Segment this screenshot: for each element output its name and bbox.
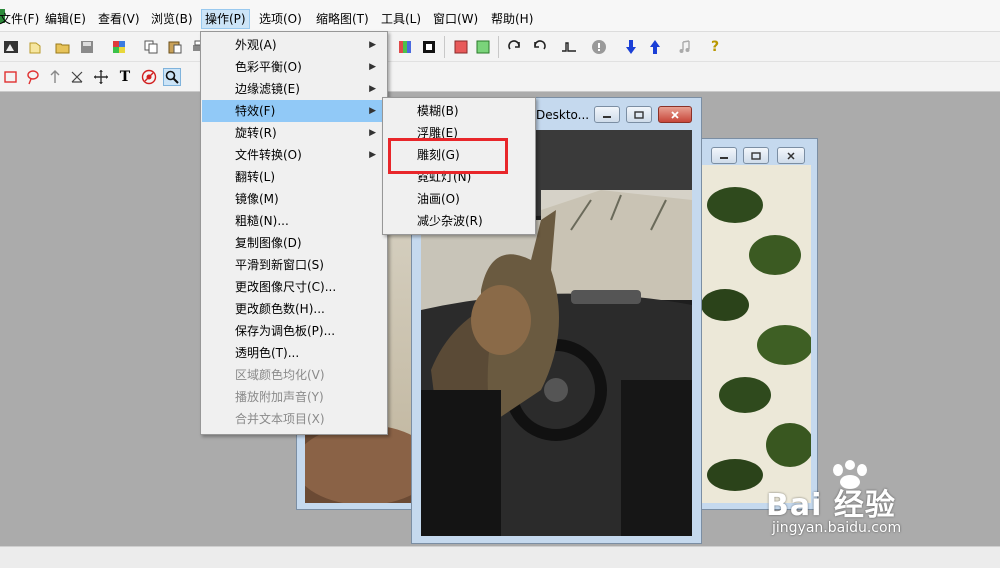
toolbar-separator — [444, 36, 445, 58]
menu-item-roughen[interactable]: 粗糙(N)... — [202, 210, 386, 232]
red-eye-icon[interactable] — [140, 68, 158, 86]
help-icon[interactable]: ? — [706, 38, 724, 56]
submenu-item-oil-painting[interactable]: 油画(O) — [384, 188, 534, 210]
watermark-logo: Bai 经验 — [766, 488, 896, 523]
red-color-icon[interactable] — [452, 38, 470, 56]
menu-item-save-palette[interactable]: 保存为调色板(P)... — [202, 320, 386, 342]
text-tool-icon[interactable]: T — [116, 68, 134, 86]
zoom-icon[interactable] — [163, 68, 181, 86]
histogram-icon[interactable] — [560, 38, 578, 56]
pointer-arrow-icon[interactable] — [46, 68, 64, 86]
submenu-item-reduce-noise[interactable]: 减少杂波(R) — [384, 210, 534, 232]
menu-file[interactable]: 文件(F) — [0, 9, 42, 29]
acquire-icon[interactable] — [2, 38, 20, 56]
menu-browse[interactable]: 浏览(B) — [148, 9, 196, 29]
menu-item-edge-filters[interactable]: 边缘滤镜(E) ▶ — [202, 78, 386, 100]
undo-icon[interactable] — [530, 38, 548, 56]
palette-icon[interactable] — [396, 38, 414, 56]
close-button[interactable] — [777, 147, 805, 164]
maximize-button[interactable] — [743, 147, 769, 164]
menu-tools[interactable]: 工具(L) — [378, 9, 424, 29]
color-picker-icon[interactable] — [110, 38, 128, 56]
green-color-icon[interactable] — [474, 38, 492, 56]
window-title: Deskto... — [536, 108, 590, 122]
watermark-url: jingyan.baidu.com — [772, 520, 902, 536]
arrow-up-icon[interactable] — [646, 38, 664, 56]
chevron-right-icon: ▶ — [369, 40, 376, 50]
menu-item-area-color-equalize: 区域颜色均化(V) — [235, 368, 325, 382]
crop-icon[interactable] — [68, 68, 86, 86]
menu-window[interactable]: 窗口(W) — [430, 9, 481, 29]
submenu-item-blur[interactable]: 模糊(B) — [384, 100, 534, 122]
paste-icon[interactable] — [166, 38, 184, 56]
menu-item-flip[interactable]: 翻转(L) — [202, 166, 386, 188]
status-bar — [0, 546, 1000, 568]
menu-item-rotate[interactable]: 旋转(R) ▶ — [202, 122, 386, 144]
menu-item-appearance[interactable]: 外观(A) ▶ — [202, 34, 386, 56]
chevron-right-icon: ▶ — [369, 62, 376, 72]
close-button[interactable] — [658, 106, 692, 123]
menu-item-duplicate-image[interactable]: 复制图像(D) — [202, 232, 386, 254]
chevron-right-icon: ▶ — [369, 128, 376, 138]
chevron-right-icon: ▶ — [369, 106, 376, 116]
menu-item-play-attached-sound: 播放附加声音(Y) — [235, 390, 324, 404]
minimize-button[interactable] — [594, 106, 620, 123]
highlight-annotation — [388, 138, 508, 174]
menu-item-mirror[interactable]: 镜像(M) — [202, 188, 386, 210]
move-icon[interactable] — [92, 68, 110, 86]
baidu-watermark: Bai 经验 jingyan.baidu.com — [766, 460, 996, 540]
maximize-button[interactable] — [626, 106, 652, 123]
menu-help[interactable]: 帮助(H) — [488, 9, 536, 29]
menu-thumbnails[interactable]: 缩略图(T) — [313, 9, 372, 29]
frame-icon[interactable] — [420, 38, 438, 56]
menu-item-merge-text-items: 合并文本项目(X) — [235, 412, 325, 426]
menu-options[interactable]: 选项(O) — [256, 9, 305, 29]
tools-toolbar: T — [0, 62, 1000, 92]
arrow-down-icon[interactable] — [622, 38, 640, 56]
chevron-right-icon: ▶ — [369, 150, 376, 160]
new-file-icon[interactable] — [26, 38, 44, 56]
menu-item-color-balance[interactable]: 色彩平衡(O) ▶ — [202, 56, 386, 78]
rect-select-icon[interactable] — [2, 68, 20, 86]
open-folder-icon[interactable] — [54, 38, 72, 56]
menu-view[interactable]: 查看(V) — [95, 9, 143, 29]
info-icon[interactable] — [590, 38, 608, 56]
main-toolbar: ? — [0, 32, 1000, 62]
menu-item-smooth-new-window[interactable]: 平滑到新窗口(S) — [202, 254, 386, 276]
chevron-right-icon: ▶ — [369, 84, 376, 94]
toolbar-separator — [498, 36, 499, 58]
menu-item-effects[interactable]: 特效(F) ▶ — [202, 100, 386, 122]
menu-item-change-color-depth[interactable]: 更改颜色数(H)... — [202, 298, 386, 320]
menu-edit[interactable]: 编辑(E) — [42, 9, 89, 29]
menu-item-resize-image[interactable]: 更改图像尺寸(C)... — [202, 276, 386, 298]
music-icon[interactable] — [676, 38, 694, 56]
minimize-button[interactable] — [711, 147, 737, 164]
redo-icon[interactable] — [506, 38, 524, 56]
lasso-icon[interactable] — [24, 68, 42, 86]
menu-item-file-conversion[interactable]: 文件转换(O) ▶ — [202, 144, 386, 166]
menu-operations[interactable]: 操作(P) — [201, 9, 250, 29]
operations-menu: 外观(A) ▶ 色彩平衡(O) ▶ 边缘滤镜(E) ▶ 特效(F) ▶ 旋转(R) ▶ 文… — [200, 31, 388, 435]
menu-bar: 文件(F) 编辑(E) 查看(V) 浏览(B) 操作(P) 选项(O) 缩略图(… — [0, 0, 1000, 32]
copy-icon[interactable] — [142, 38, 160, 56]
menu-item-transparent-color[interactable]: 透明色(T)... — [202, 342, 386, 364]
save-icon[interactable] — [78, 38, 96, 56]
